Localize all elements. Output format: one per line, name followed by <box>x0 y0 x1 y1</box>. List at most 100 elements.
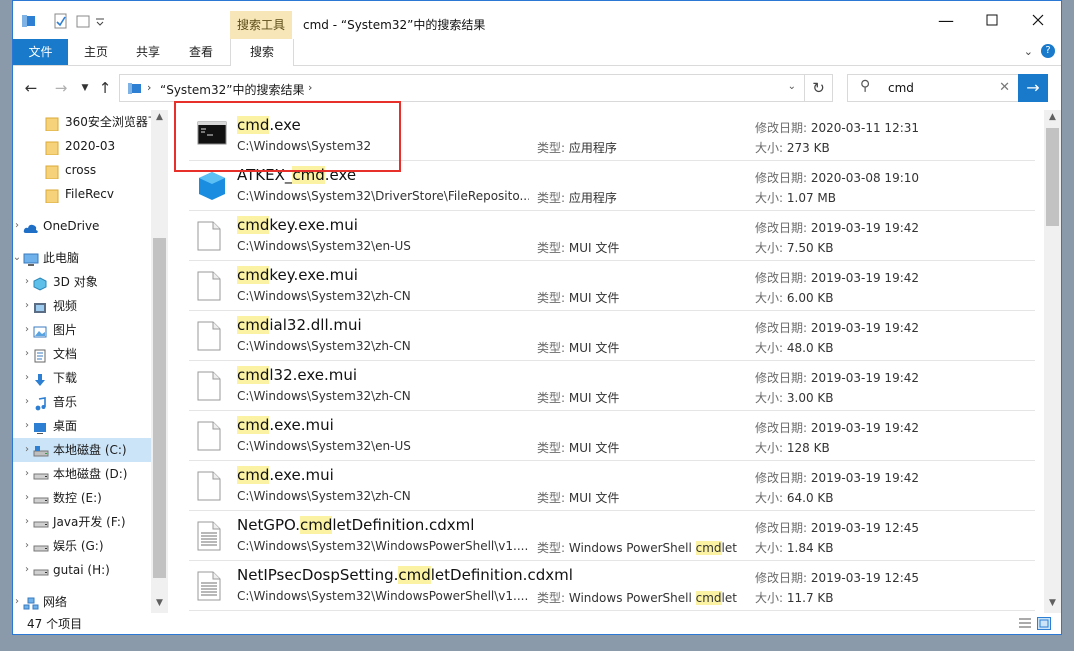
new-folder-icon[interactable] <box>75 13 91 29</box>
nav-scroll-thumb[interactable] <box>153 238 166 578</box>
result-row[interactable]: cmdl32.exe.mui C:\Windows\System32\zh-CN 类… <box>189 361 1035 411</box>
search-box[interactable]: ⚲ ✕ <box>847 74 1019 102</box>
recent-locations-button[interactable]: ▼ <box>75 76 95 100</box>
expand-chevron-icon[interactable]: › <box>21 366 33 390</box>
tab-search[interactable]: 搜索 <box>230 39 294 66</box>
help-icon[interactable]: ? <box>1041 44 1055 58</box>
nav-item[interactable]: › 3D 对象 <box>13 270 151 294</box>
scroll-up-icon[interactable]: ▲ <box>151 112 168 122</box>
breadcrumb[interactable]: “System32”中的搜索结果 <box>160 81 304 98</box>
result-row[interactable]: cmdkey.exe.mui C:\Windows\System32\zh-CN 类… <box>189 261 1035 311</box>
refresh-button[interactable]: ↻ <box>805 74 833 102</box>
expand-chevron-icon[interactable]: › <box>21 414 33 438</box>
nav-item[interactable]: › 下载 <box>13 366 151 390</box>
file-name-prefix: NetGPO. <box>237 516 300 534</box>
expand-chevron-icon[interactable]: › <box>13 214 23 238</box>
nav-scrollbar[interactable]: ▲ ▼ <box>151 110 168 613</box>
nav-item[interactable]: cross <box>13 158 151 182</box>
nav-item[interactable]: › 桌面 <box>13 414 151 438</box>
minimize-button[interactable]: — <box>923 1 969 39</box>
file-name: NetGPO.cmdletDefinition.cdxml <box>237 516 474 534</box>
file-type-value: Windows PowerShell <box>568 591 696 605</box>
search-results-list: cmd.exe C:\Windows\System32 类型: 应用程序 修改日期: … <box>181 110 1043 613</box>
computer-icon <box>23 251 39 266</box>
tab-file[interactable]: 文件 <box>13 39 68 65</box>
address-bar[interactable]: › “System32”中的搜索结果 › ⌄ <box>119 74 805 102</box>
nav-item[interactable]: › 音乐 <box>13 390 151 414</box>
maximize-button[interactable] <box>969 1 1015 39</box>
details-view-icon[interactable] <box>1018 617 1032 630</box>
expand-chevron-icon[interactable]: › <box>21 486 33 510</box>
nav-item[interactable]: › 图片 <box>13 318 151 342</box>
file-size-value: 11.7 KB <box>786 591 834 605</box>
expand-ribbon-icon[interactable]: ⌄ <box>1024 45 1033 58</box>
type-label: 类型: <box>537 341 566 355</box>
result-row[interactable]: cmdial32.dll.mui C:\Windows\System32\zh-C… <box>189 311 1035 361</box>
expand-chevron-icon[interactable]: › <box>21 342 33 366</box>
tab-share[interactable]: 共享 <box>125 39 171 65</box>
nav-item[interactable]: › gutai (H:) <box>13 558 151 582</box>
tab-home[interactable]: 主页 <box>73 39 119 65</box>
expand-chevron-icon[interactable]: › <box>21 294 33 318</box>
result-row[interactable]: cmd.exe.mui C:\Windows\System32\en-US 类型: … <box>189 411 1035 461</box>
file-name-match: cmd <box>299 516 333 534</box>
result-row[interactable]: cmdkey.exe.mui C:\Windows\System32\en-US 类… <box>189 211 1035 261</box>
results-scroll-thumb[interactable] <box>1046 128 1059 226</box>
nav-item[interactable]: ⌄ 此电脑 <box>13 246 151 270</box>
scroll-down-icon[interactable]: ▼ <box>151 598 168 608</box>
customize-quick-access-icon[interactable] <box>95 13 105 29</box>
nav-item[interactable]: › 本地磁盘 (C:) <box>13 438 151 462</box>
nav-item[interactable]: › 娱乐 (G:) <box>13 534 151 558</box>
scroll-up-icon[interactable]: ▲ <box>1044 112 1061 122</box>
up-button[interactable]: ↑ <box>95 76 115 100</box>
nav-item[interactable]: › 文档 <box>13 342 151 366</box>
back-button[interactable]: ← <box>21 76 41 100</box>
expand-chevron-icon[interactable]: › <box>21 438 33 462</box>
search-go-button[interactable]: → <box>1018 74 1048 102</box>
nav-item[interactable]: › 数控 (E:) <box>13 486 151 510</box>
results-scrollbar[interactable]: ▲ ▼ <box>1044 110 1061 613</box>
close-button[interactable] <box>1015 1 1061 39</box>
large-icons-view-icon[interactable] <box>1037 617 1051 630</box>
blank-file-icon <box>197 321 227 353</box>
picture-icon <box>33 323 48 338</box>
expand-chevron-icon[interactable]: › <box>21 510 33 534</box>
explorer-app-icon[interactable] <box>21 13 37 29</box>
nav-item[interactable]: 2020-03 <box>13 134 151 158</box>
nav-item[interactable]: › 本地磁盘 (D:) <box>13 462 151 486</box>
result-row[interactable]: cmd.exe.mui C:\Windows\System32\zh-CN 类型: … <box>189 461 1035 511</box>
address-row: ← → ▼ ↑ › “System32”中的搜索结果 › ⌄ ↻ ⚲ ✕ → <box>13 66 1061 110</box>
nav-item[interactable]: FileRecv <box>13 182 151 206</box>
nav-item[interactable]: › Java开发 (F:) <box>13 510 151 534</box>
file-type: 类型: MUI 文件 <box>537 489 737 506</box>
search-input[interactable] <box>886 80 990 96</box>
breadcrumb-chevron-icon[interactable]: › <box>308 81 312 94</box>
breadcrumb-separator-icon: › <box>147 81 152 94</box>
window-title: cmd - “System32”中的搜索结果 <box>303 18 486 32</box>
modified-value: 2020-03-11 12:31 <box>810 121 920 135</box>
address-dropdown-icon[interactable]: ⌄ <box>788 81 796 92</box>
result-row[interactable]: NetIPsecDospSetting.cmdletDefinition.cdx… <box>189 561 1035 611</box>
expand-chevron-icon[interactable]: › <box>21 462 33 486</box>
expand-chevron-icon[interactable]: › <box>21 318 33 342</box>
expand-chevron-icon[interactable]: › <box>21 390 33 414</box>
scroll-down-icon[interactable]: ▼ <box>1044 598 1061 608</box>
nav-item[interactable]: › 网络 <box>13 590 151 613</box>
nav-item[interactable]: › 视频 <box>13 294 151 318</box>
tab-view[interactable]: 查看 <box>178 39 224 65</box>
clear-search-icon[interactable]: ✕ <box>999 80 1010 95</box>
expand-chevron-icon[interactable]: › <box>21 270 33 294</box>
expand-chevron-icon[interactable]: › <box>21 558 33 582</box>
result-row[interactable]: NetGPO.cmdletDefinition.cdxml C:\Windows\… <box>189 511 1035 561</box>
file-name-suffix: ial32.dll.mui <box>269 316 362 334</box>
file-name-match: cmd <box>237 366 270 384</box>
expand-chevron-icon[interactable]: ⌄ <box>13 246 23 270</box>
expand-chevron-icon[interactable]: › <box>21 534 33 558</box>
modified-label: 修改日期: <box>755 471 808 485</box>
nav-item[interactable]: 360安全浏览器下载 <box>13 110 168 134</box>
forward-button[interactable]: → <box>51 76 71 100</box>
properties-icon[interactable] <box>53 13 69 29</box>
nav-item[interactable]: › OneDrive <box>13 214 151 238</box>
chevron-down-icon: ▼ <box>81 83 89 93</box>
expand-chevron-icon[interactable]: › <box>13 590 23 613</box>
